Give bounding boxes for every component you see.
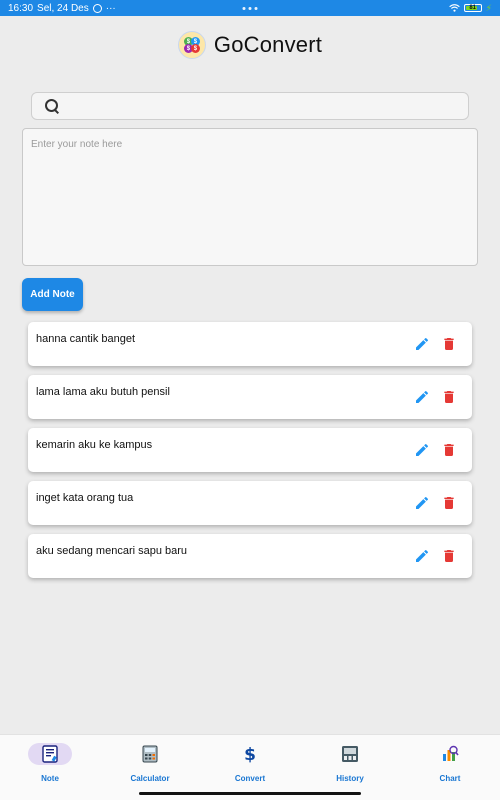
- add-note-button[interactable]: Add Note: [22, 278, 83, 311]
- nav-label: Chart: [439, 774, 461, 783]
- dollar-icon: $: [244, 745, 256, 763]
- nav-item-convert[interactable]: $ Convert: [200, 735, 300, 800]
- battery-icon: 81: [463, 4, 482, 12]
- edit-icon[interactable]: [414, 442, 430, 458]
- nav-active-indicator: [28, 743, 72, 765]
- chart-icon: [443, 745, 459, 761]
- note-card: inget kata orang tua: [28, 481, 472, 525]
- delete-icon[interactable]: [441, 336, 457, 352]
- note-list: hanna cantik banget lama lama aku butuh …: [28, 322, 472, 587]
- nav-label: Note: [41, 774, 59, 783]
- status-date: Sel, 24 Des: [37, 2, 89, 14]
- nav-label: Calculator: [130, 774, 170, 783]
- delete-icon[interactable]: [441, 442, 457, 458]
- note-icon: [42, 745, 58, 763]
- app-header: $ $ $ $ GoConvert: [0, 28, 500, 62]
- delete-icon[interactable]: [441, 389, 457, 405]
- status-more: ···: [105, 2, 116, 14]
- search-input[interactable]: [66, 99, 468, 113]
- nav-item-calculator[interactable]: Calculator: [100, 735, 200, 800]
- nav-label: Convert: [234, 774, 266, 783]
- delete-icon[interactable]: [441, 495, 457, 511]
- note-text: aku sedang mencari sapu baru: [36, 545, 188, 557]
- calculator-icon: [142, 745, 158, 763]
- multiwindow-handle-icon[interactable]: [242, 6, 258, 10]
- app-title: GoConvert: [213, 32, 323, 57]
- note-card: kemarin aku ke kampus: [28, 428, 472, 472]
- status-time: 16:30: [8, 2, 34, 14]
- delete-icon[interactable]: [441, 548, 457, 564]
- search-icon: [44, 98, 60, 114]
- wifi-icon: [448, 4, 460, 12]
- app-logo-icon: $ $ $ $: [177, 31, 206, 59]
- nav-label: History: [336, 774, 364, 783]
- nav-item-chart[interactable]: Chart: [400, 735, 500, 800]
- note-card: hanna cantik banget: [28, 322, 472, 366]
- edit-icon[interactable]: [414, 548, 430, 564]
- history-icon: [342, 746, 358, 762]
- note-input[interactable]: [22, 128, 478, 266]
- note-text: kemarin aku ke kampus: [36, 439, 153, 451]
- note-text: lama lama aku butuh pensil: [36, 386, 170, 398]
- search-bar[interactable]: [31, 92, 469, 120]
- nav-item-history[interactable]: History: [300, 735, 400, 800]
- battery-level: 81: [469, 5, 477, 11]
- edit-icon[interactable]: [414, 389, 430, 405]
- edit-icon[interactable]: [414, 495, 430, 511]
- status-left: 16:30 Sel, 24 Des ···: [8, 3, 116, 14]
- whatsapp-icon: [92, 3, 102, 13]
- edit-icon[interactable]: [414, 336, 430, 352]
- note-text: inget kata orang tua: [36, 492, 134, 504]
- status-right: 81 ⚡: [448, 2, 492, 14]
- note-card: lama lama aku butuh pensil: [28, 375, 472, 419]
- note-text: hanna cantik banget: [36, 333, 136, 345]
- svg-text:$: $: [244, 745, 256, 763]
- charging-bolt-icon: ⚡: [485, 2, 492, 13]
- home-indicator[interactable]: [139, 792, 361, 795]
- status-bar: 16:30 Sel, 24 Des ··· 81 ⚡: [0, 0, 500, 16]
- bottom-nav: Note Calculator $ Convert History Chart: [0, 734, 500, 800]
- note-card: aku sedang mencari sapu baru: [28, 534, 472, 578]
- nav-item-note[interactable]: Note: [0, 735, 100, 800]
